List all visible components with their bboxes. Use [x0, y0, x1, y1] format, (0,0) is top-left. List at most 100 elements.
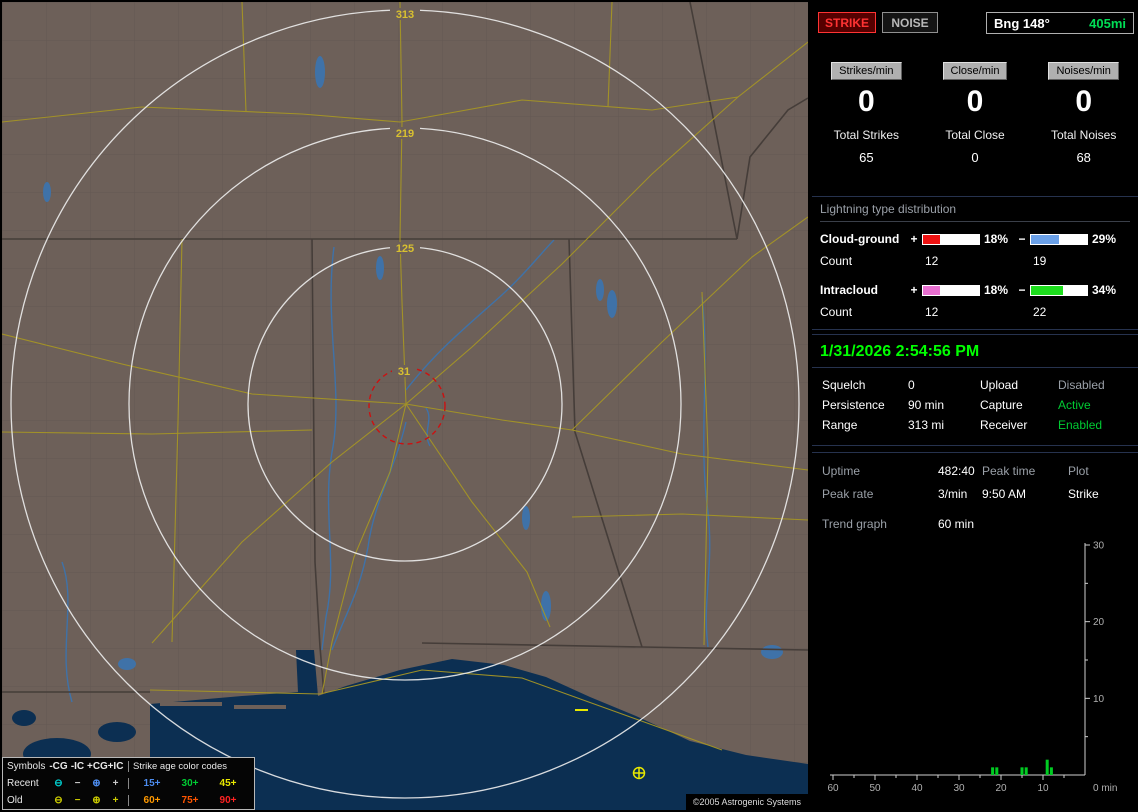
plus-icon: + — [112, 795, 119, 806]
cg-negative-percent: 29% — [1092, 232, 1117, 246]
close-per-min-value: 0 — [966, 85, 984, 118]
svg-text:10: 10 — [1093, 694, 1105, 705]
total-strikes-value: 65 — [859, 150, 874, 165]
svg-text:40: 40 — [911, 783, 923, 794]
count-label: Count — [820, 305, 853, 319]
legend-col-header-plus-ic: +IC — [107, 761, 124, 772]
minus-icon: − — [74, 778, 81, 789]
plot-value: Strike — [1068, 486, 1099, 501]
cg-positive-percent: 18% — [984, 232, 1009, 246]
strikes-per-min-value: 0 — [857, 85, 875, 118]
ic-negative-percent: 34% — [1092, 283, 1117, 297]
age-code-15: 15+ — [143, 778, 161, 789]
distance-value: 405mi — [1089, 15, 1126, 31]
circle-plus-icon: ⊕ — [92, 778, 101, 789]
legend-age-header: Strike age color codes — [128, 761, 250, 772]
strike-mode-button[interactable]: STRIKE — [818, 12, 876, 33]
distribution-section: Lightning type distribution Cloud-ground… — [812, 196, 1138, 330]
plot-label: Plot — [1068, 463, 1089, 478]
ic-positive-bar — [922, 284, 980, 296]
cloud-ground-label: Cloud-ground — [820, 232, 900, 246]
legend-col-header-plus-cg: +CG — [87, 761, 108, 772]
cloud-ground-count-row: Count 12 19 — [820, 249, 1130, 273]
copyright-notice: ©2005 Astrogenic Systems — [685, 794, 808, 810]
map-legend: Symbols -CG -IC +CG +IC Strike age color… — [2, 757, 255, 810]
minus-sign: − — [1018, 232, 1026, 246]
persistence-label: Persistence — [822, 398, 885, 412]
uptime-value: 482:40 — [938, 463, 975, 478]
intracloud-row: Intracloud + 18% − 34% — [820, 281, 1130, 299]
minus-sign: − — [1018, 283, 1026, 297]
barrier-island — [234, 705, 286, 709]
capture-label: Capture — [980, 398, 1023, 412]
noises-per-min-label[interactable]: Noises/min — [1048, 62, 1119, 80]
status-row: Uptime 482:40 Peak time Plot — [812, 459, 1138, 482]
minus-icon: − — [74, 795, 81, 806]
strikes-per-min-label[interactable]: Strikes/min — [831, 62, 902, 80]
ic-positive-count: 12 — [925, 305, 939, 319]
ic-positive-percent: 18% — [984, 283, 1009, 297]
upload-label: Upload — [980, 378, 1019, 392]
close-column: Close/min 0 Total Close 0 — [921, 50, 1030, 196]
side-panel: STRIKE NOISE Bng 148° 405mi Strikes/min … — [812, 0, 1138, 812]
svg-text:30: 30 — [1093, 541, 1105, 552]
capture-status: Active — [1058, 398, 1091, 412]
svg-text:10: 10 — [1037, 783, 1049, 794]
svg-text:60: 60 — [827, 783, 839, 794]
settings-row: Range 313 mi Receiver Enabled — [812, 415, 1138, 435]
close-per-min-label[interactable]: Close/min — [942, 62, 1008, 80]
circle-plus-icon: ⊕ — [92, 795, 101, 806]
svg-text:0 min: 0 min — [1093, 783, 1117, 794]
trend-graph-label: Trend graph — [822, 516, 887, 531]
plus-sign: + — [910, 232, 918, 246]
range-label: Range — [822, 418, 858, 432]
map-canvas[interactable]: 313 219 125 31 — [2, 2, 808, 810]
age-code-45: 45+ — [219, 778, 237, 789]
cg-negative-bar — [1030, 233, 1088, 245]
intracloud-count-row: Count 12 22 — [820, 300, 1130, 324]
ic-negative-bar — [1030, 284, 1088, 296]
noises-per-min-value: 0 — [1075, 85, 1093, 118]
receiver-label: Receiver — [980, 418, 1028, 432]
stats-section: Strikes/min 0 Total Strikes 65 Close/min… — [812, 50, 1138, 196]
lightning-map[interactable]: 313 219 125 31 Symbols -CG -IC +CG +IC S… — [2, 2, 808, 810]
barrier-island — [160, 702, 222, 706]
noise-mode-button[interactable]: NOISE — [882, 12, 938, 33]
legend-old-label: Old — [7, 795, 23, 806]
range-value: 313 mi — [908, 418, 945, 432]
squelch-value: 0 — [908, 378, 915, 392]
strike-trend-chart: 10 20 30 10 20 30 40 50 60 0 min — [827, 541, 1117, 795]
peak-rate-label: Peak rate — [822, 486, 874, 501]
svg-text:20: 20 — [1093, 617, 1105, 628]
total-close-value: 0 — [971, 150, 979, 165]
bearing-display: Bng 148° 405mi — [986, 12, 1134, 34]
ring-label-313: 313 — [396, 9, 414, 21]
total-close-label: Total Close — [945, 128, 1005, 142]
peak-time-label: Peak time — [982, 463, 1036, 478]
system-settings: Squelch 0 Upload Disabled Persistence 90… — [812, 368, 1138, 435]
legend-recent-label: Recent — [7, 778, 39, 789]
total-strikes-label: Total Strikes — [833, 128, 900, 142]
persistence-value: 90 min — [908, 398, 945, 412]
ring-label-125: 125 — [396, 243, 414, 255]
cg-positive-bar — [922, 233, 980, 245]
ring-label-31: 31 — [398, 366, 410, 378]
settings-row: Squelch 0 Upload Disabled — [812, 375, 1138, 395]
legend-old-row: Old ⊖ − ⊕ + 60+ 75+ 90+ — [3, 792, 254, 809]
cloud-ground-row: Cloud-ground + 18% − 29% — [820, 230, 1130, 248]
receiver-status: Enabled — [1058, 418, 1103, 432]
plus-sign: + — [910, 283, 918, 297]
trend-row: Trend graph 60 min — [812, 512, 1138, 535]
noises-column: Noises/min 0 Total Noises 68 — [1029, 50, 1138, 196]
legend-header-row: Symbols -CG -IC +CG +IC Strike age color… — [3, 758, 254, 775]
distribution-title: Lightning type distribution — [820, 202, 1130, 222]
age-code-60: 60+ — [143, 795, 161, 806]
strike-symbol-plus-cg — [632, 766, 646, 780]
squelch-label: Squelch — [822, 378, 866, 392]
peak-rate-value: 3/min — [938, 486, 968, 501]
circle-minus-icon: ⊖ — [54, 795, 63, 806]
ic-negative-count: 22 — [1033, 305, 1047, 319]
circle-minus-icon: ⊖ — [54, 778, 63, 789]
upload-status: Disabled — [1058, 378, 1105, 392]
datetime-display: 1/31/2026 2:54:56 PM — [812, 335, 1138, 368]
